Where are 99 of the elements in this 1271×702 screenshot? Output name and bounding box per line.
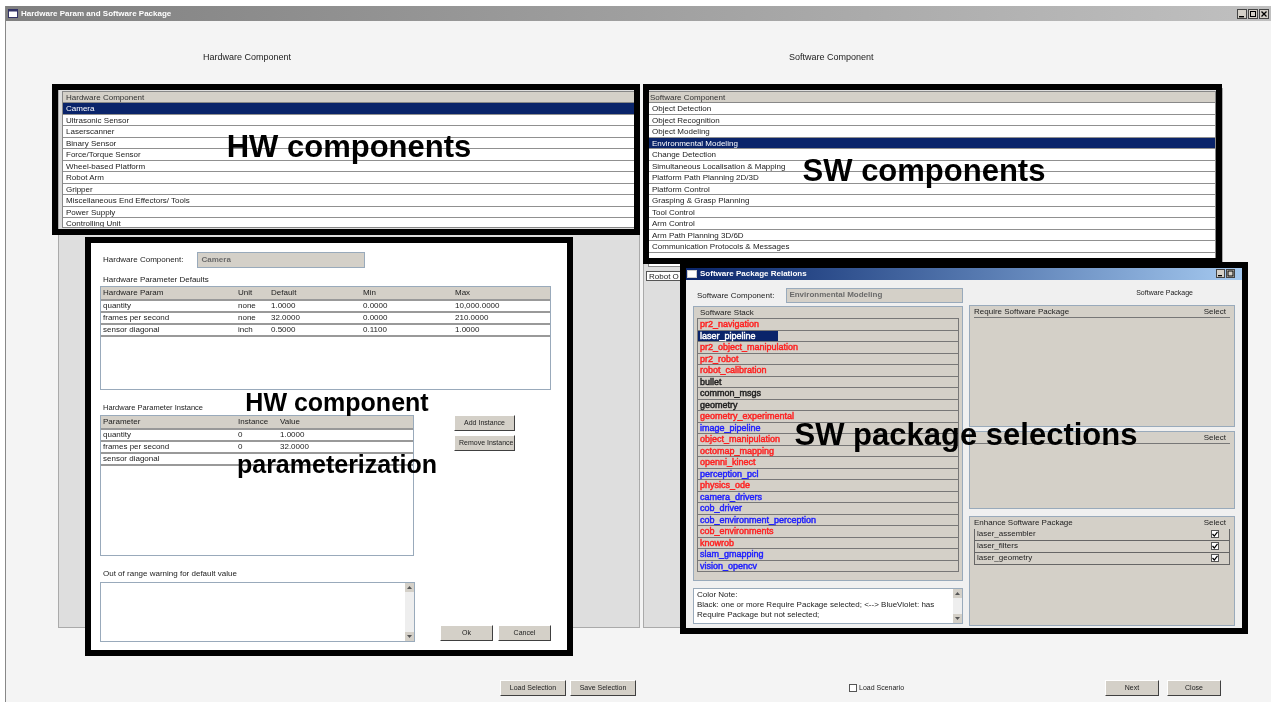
list-item[interactable]: Arm Path Planning 3D/6D — [652, 230, 744, 240]
note-text: Color Note: — [697, 590, 739, 600]
column-header: Hardware Param — [102, 287, 165, 299]
column-header: Default — [270, 287, 298, 299]
list-item[interactable]: Camera — [66, 104, 95, 113]
list-item[interactable]: Controlling Unit — [66, 219, 121, 227]
table-cell-text: 32.0000 — [270, 313, 301, 323]
section-label: Hardware Parameter Defaults — [102, 274, 210, 286]
table-cell-text: frames per second — [102, 313, 171, 323]
annotation-label: SW package selections — [794, 416, 1138, 454]
window-icon — [8, 9, 18, 18]
column-header: Select — [1203, 305, 1226, 317]
package-name: laser_filters — [977, 540, 1018, 552]
table-cell-text: 1.0000 — [279, 430, 306, 441]
list-item[interactable]: Grasping & Grasp Planning — [652, 196, 750, 205]
annotation-label: HW component — [245, 390, 429, 415]
table-cell-text: 0.0000 — [362, 301, 389, 311]
component-field[interactable]: Environmental Modeling — [786, 288, 963, 303]
field-label: Hardware Component: — [103, 254, 184, 266]
scroll-down-icon[interactable] — [953, 614, 962, 623]
table-cell-text: 1.0000 — [270, 301, 297, 311]
field-label: Software Component: — [697, 289, 775, 302]
table-cell-text: sensor diagonal — [102, 325, 161, 335]
table-cell-text: 32.0000 — [279, 442, 310, 453]
annotation-label: SW components — [802, 152, 1046, 190]
list-item[interactable]: Object Modeling — [652, 127, 710, 136]
minimize-icon[interactable] — [1237, 8, 1247, 19]
package-item[interactable]: laser_pipeline — [698, 330, 778, 341]
list-item[interactable]: Arm Control — [652, 219, 695, 228]
list-item[interactable]: Object Recognition — [652, 115, 720, 125]
column-header: Instance — [237, 416, 270, 429]
list-item[interactable]: Simultaneous Localisation & Mapping — [652, 161, 786, 171]
table-cell-text: 1.0000 — [454, 325, 481, 335]
column-header: Select — [1203, 516, 1226, 529]
list-item[interactable]: Platform Control — [652, 184, 710, 194]
scrollbar[interactable] — [953, 589, 962, 623]
table-cell-text: 0 — [237, 430, 244, 441]
close-icon[interactable] — [1259, 8, 1269, 19]
component-field[interactable]: Camera — [197, 252, 366, 268]
column-header: Require Software Package — [974, 305, 1070, 317]
table-cell-text: frames per second — [102, 442, 171, 453]
section-label: Out of range warning for default value — [102, 568, 238, 581]
list-item[interactable]: Force/Torque Sensor — [66, 150, 141, 159]
scrollbar[interactable] — [405, 583, 414, 642]
note-text: Black: one or more Require Package selected; <--> BlueViolet: has Require Package but not selected; — [697, 600, 936, 620]
checkbox[interactable] — [1211, 554, 1219, 562]
column-header: Max — [454, 287, 472, 299]
scroll-up-icon[interactable] — [953, 589, 962, 598]
annotation-label: parameterization — [236, 452, 438, 477]
package-name: laser_geometry — [977, 552, 1033, 564]
column-header: Min — [362, 287, 377, 299]
maximize-icon[interactable] — [1226, 269, 1235, 278]
list-item[interactable]: Binary Sensor — [66, 138, 117, 148]
list-item[interactable]: Gripper — [66, 184, 93, 194]
table-cell-text: 210.0000 — [454, 313, 490, 323]
list-item[interactable]: Laserscanner — [66, 127, 115, 136]
list-item[interactable]: Ultrasonic Sensor — [66, 115, 130, 125]
list-item[interactable]: Communication Protocols & Messages — [652, 242, 790, 251]
list-item[interactable]: Platform Path Planning 2D/3D — [652, 173, 759, 182]
table-cell-text: sensor diagonal — [102, 454, 161, 465]
table-cell-text: 10,000.0000 — [454, 301, 501, 311]
table-cell-text: none — [237, 301, 257, 311]
table-cell-text: 0 — [237, 442, 244, 453]
column-header: Parameter — [102, 416, 142, 429]
section-heading: Software Component — [789, 51, 874, 64]
checkbox[interactable] — [1211, 530, 1219, 538]
package-name: laser_assembler — [977, 528, 1036, 540]
list-item[interactable]: Wheel-based Platform — [66, 161, 146, 171]
column-header: Hardware Component — [63, 92, 635, 103]
scroll-up-icon[interactable] — [405, 583, 414, 593]
list-item[interactable]: Environmental Modeling — [652, 138, 738, 148]
window-icon — [687, 269, 697, 278]
column-header: Value — [279, 416, 301, 429]
table-cell-text: quantity — [102, 301, 133, 311]
column-header: Software Component — [649, 92, 1215, 103]
table-cell-text: inch — [237, 325, 254, 335]
column-header: Software Stack — [697, 307, 959, 319]
checkbox[interactable] — [849, 684, 857, 693]
minimize-icon[interactable] — [1216, 269, 1225, 278]
checkbox[interactable] — [1211, 542, 1219, 550]
maximize-icon[interactable] — [1248, 8, 1258, 19]
column-header: Unit — [237, 287, 254, 299]
scroll-down-icon[interactable] — [405, 632, 414, 642]
list-item[interactable]: Object Detection — [652, 104, 712, 113]
column-header: Select — [1203, 431, 1226, 443]
list-item[interactable]: Power Supply — [66, 207, 116, 217]
table-cell-text: 0.0000 — [362, 313, 389, 323]
list-item[interactable]: Miscellaneous End Effectors/ Tools — [66, 196, 190, 205]
window-title: Hardware Param and Software Package — [21, 7, 172, 20]
list-item[interactable]: Robot Arm — [66, 173, 104, 182]
table-cell-text: 0.5000 — [270, 325, 297, 335]
annotation-label: HW components — [226, 128, 472, 166]
list-item[interactable]: Tool Control — [652, 207, 695, 217]
section-heading: Hardware Component — [203, 51, 292, 64]
list-item[interactable]: Change Detection — [652, 150, 717, 159]
column-header: Enhance Software Package — [974, 516, 1073, 529]
table-cell-text: 0.1100 — [362, 325, 388, 335]
table-cell-text: quantity — [102, 430, 133, 441]
table-cell-text: none — [237, 313, 257, 323]
